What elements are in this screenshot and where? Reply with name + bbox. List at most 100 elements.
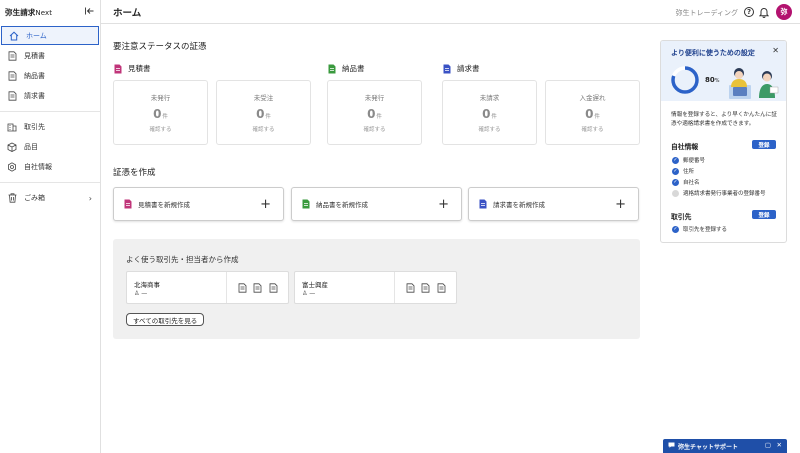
create-delivery-button[interactable]: 納品書を新規作成 +: [291, 187, 462, 221]
status-section-title: 要注意ステータスの証憑: [113, 42, 207, 52]
checklist-item: ✓ 取引先を登録する: [672, 225, 728, 233]
register-customer-button[interactable]: 登録: [752, 210, 776, 219]
delivery-icon: [301, 199, 311, 209]
avatar[interactable]: 弥: [776, 4, 792, 20]
customer-name: 北海商事: [134, 281, 160, 289]
customer-card[interactable]: 富士興産 ♙ —: [294, 271, 457, 304]
sidebar-item-customers[interactable]: 取引先: [0, 117, 100, 137]
invoice-icon: [478, 199, 488, 209]
check-icon: ✓: [672, 225, 679, 233]
checklist-item: ✓ 住所: [672, 167, 695, 175]
delivery-icon: [327, 64, 337, 74]
button-label: 請求書を新規作成: [493, 201, 545, 209]
status-card-unbilled[interactable]: 未請求 0件 確認する: [442, 80, 537, 145]
invoice-icon[interactable]: [269, 282, 278, 293]
sidebar-item-products[interactable]: 品目: [0, 137, 100, 157]
register-company-button[interactable]: 登録: [752, 140, 776, 149]
customer-name: 富士興産: [302, 281, 328, 289]
brand-logo[interactable]: 弥生請求Next: [5, 7, 52, 18]
people-illustration: [729, 68, 779, 99]
card-count: 0件: [585, 107, 600, 121]
button-label: 見積書を新規作成: [138, 201, 190, 209]
estimate-icon[interactable]: [238, 282, 247, 293]
sidebar-item-invoices[interactable]: 請求書: [0, 86, 100, 106]
divider: [0, 182, 100, 183]
status-card-unordered[interactable]: 未受注 0件 確認する: [216, 80, 311, 145]
customer-heading: 取引先: [671, 213, 692, 221]
box-icon: [6, 142, 18, 152]
sidebar-item-label: 納品書: [24, 72, 45, 80]
create-invoice-button[interactable]: 請求書を新規作成 +: [468, 187, 639, 221]
company-name[interactable]: 弥生トレーディング: [675, 8, 738, 18]
top-bar: ホーム 弥生トレーディング ? 弥: [101, 0, 800, 24]
status-card-unissued-estimate[interactable]: 未発行 0件 確認する: [113, 80, 208, 145]
group-estimates: 見積書: [113, 63, 151, 74]
confirm-link[interactable]: 確認する: [114, 125, 207, 133]
card-label: 未請求: [479, 94, 500, 102]
setup-header: より便利に使うための設定 ✕ 80%: [661, 41, 786, 101]
setup-title: より便利に使うための設定: [671, 49, 755, 57]
close-icon[interactable]: ✕: [777, 441, 782, 449]
plus-icon: +: [260, 196, 271, 212]
view-all-customers-button[interactable]: すべての取引先を見る: [126, 313, 205, 326]
group-invoices: 請求書: [442, 63, 480, 74]
contact-person: ♙ —: [302, 290, 316, 297]
confirm-link[interactable]: 確認する: [328, 125, 421, 133]
document-icon: [6, 91, 18, 101]
sidebar-item-delivery[interactable]: 納品書: [0, 66, 100, 86]
create-estimate-button[interactable]: 見積書を新規作成 +: [113, 187, 284, 221]
brand: 弥生請求Next: [0, 0, 100, 24]
card-label: 未発行: [364, 94, 385, 102]
frequent-title: よく使う取引先・担当者から作成: [126, 255, 239, 264]
confirm-link[interactable]: 確認する: [217, 125, 310, 133]
plus-icon: +: [615, 196, 626, 212]
confirm-link[interactable]: 確認する: [546, 125, 639, 133]
estimate-icon[interactable]: [406, 282, 415, 293]
group-label: 見積書: [128, 64, 151, 73]
card-count: 0件: [153, 107, 168, 121]
sidebar-item-label: 見積書: [24, 52, 45, 60]
collapse-sidebar-icon[interactable]: [85, 7, 94, 17]
checklist-item: ✓ 郵便番号: [672, 156, 706, 164]
sidebar-item-home[interactable]: ホーム: [1, 26, 99, 45]
page-title: ホーム: [113, 7, 142, 19]
sidebar: 弥生請求Next ホーム 見積書 納品書 請求書 取引先 品目 自社情報 ごみ箱…: [0, 0, 101, 453]
customer-card[interactable]: 北海商事 ♙ —: [126, 271, 289, 304]
chat-support-bar[interactable]: 弥生チャットサポート ▢ ✕: [663, 439, 787, 453]
estimate-icon: [113, 64, 123, 74]
progress-percent: 80%: [705, 76, 720, 84]
sidebar-item-label: 品目: [24, 143, 38, 151]
status-card-overdue[interactable]: 入金遅れ 0件 確認する: [545, 80, 640, 145]
checklist-item: 適格請求書発行事業者の登録番号: [672, 189, 766, 197]
sidebar-item-trash[interactable]: ごみ箱 ›: [0, 188, 100, 208]
help-icon[interactable]: ?: [744, 7, 754, 17]
group-delivery: 納品書: [327, 63, 365, 74]
invoice-icon[interactable]: [437, 282, 446, 293]
setup-description: 情報を登録すると、より早くかんたんに証憑や適格請求書を作成できます。: [671, 112, 777, 127]
status-card-unissued-delivery[interactable]: 未発行 0件 確認する: [327, 80, 422, 145]
sidebar-item-company-info[interactable]: 自社情報: [0, 157, 100, 177]
main-content: 要注意ステータスの証憑 見積書 納品書 請求書 未発行 0件 確認する 未受注 …: [101, 25, 646, 453]
unchecked-icon: [672, 189, 679, 197]
close-icon[interactable]: ✕: [772, 46, 779, 55]
card-count: 0件: [367, 107, 382, 121]
sidebar-item-estimates[interactable]: 見積書: [0, 46, 100, 66]
card-count: 0件: [256, 107, 271, 121]
document-icon: [6, 71, 18, 81]
confirm-link[interactable]: 確認する: [443, 125, 536, 133]
building-icon: [6, 122, 18, 132]
minimize-icon[interactable]: ▢: [765, 441, 771, 449]
bell-icon[interactable]: [758, 6, 770, 18]
chat-icon: [668, 442, 675, 450]
sidebar-item-label: ごみ箱: [24, 194, 45, 202]
chevron-right-icon: ›: [88, 193, 92, 203]
invoice-icon: [442, 64, 452, 74]
divider: [0, 111, 100, 112]
delivery-icon[interactable]: [253, 282, 262, 293]
chat-label: 弥生チャットサポート: [678, 443, 738, 451]
create-section-title: 証憑を作成: [113, 168, 156, 178]
quick-create-icons: [226, 272, 288, 303]
home-icon: [8, 31, 20, 41]
delivery-icon[interactable]: [421, 282, 430, 293]
sidebar-item-label: 取引先: [24, 123, 45, 131]
